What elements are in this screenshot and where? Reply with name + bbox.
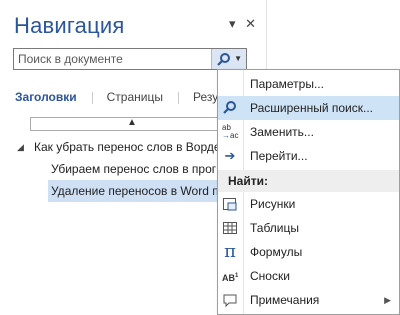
- footnote-icon: AB1: [222, 273, 239, 283]
- menu-item-label: Перейти...: [250, 149, 308, 163]
- close-icon[interactable]: ✕: [245, 16, 256, 32]
- menu-item-label: Таблицы: [250, 221, 300, 235]
- menu-item-label: Заменить...: [250, 125, 314, 139]
- menu-item-replace[interactable]: ab →ac Заменить...: [218, 120, 399, 144]
- search-icon: [222, 100, 238, 116]
- collapse-icon[interactable]: ◢: [17, 136, 24, 158]
- replace-icon: ab →ac: [222, 123, 239, 140]
- search-options-menu: Параметры... Расширенный поиск... ab →ac …: [217, 69, 400, 315]
- menu-item-label: Рисунки: [250, 197, 296, 211]
- pane-tabs: Заголовки Страницы Резу: [15, 90, 233, 104]
- tree-item-label: Как убрать перенос слов в Ворде: [34, 140, 221, 154]
- tab-pages[interactable]: Страницы: [107, 90, 163, 104]
- tab-headings[interactable]: Заголовки: [15, 90, 77, 104]
- tab-separator: [177, 91, 179, 104]
- search-options-button[interactable]: ▼: [211, 49, 246, 69]
- menu-item-go-to[interactable]: ➔ Перейти...: [218, 144, 399, 168]
- search-input[interactable]: Поиск в документе: [18, 52, 123, 66]
- menu-item-graphics[interactable]: Рисунки: [218, 192, 399, 216]
- pane-title: Навигация: [14, 13, 125, 38]
- arrow-right-icon: ➔: [224, 148, 236, 163]
- submenu-arrow-icon: ▶: [384, 295, 391, 305]
- menu-item-label: Примечания: [250, 293, 320, 307]
- menu-item-equations[interactable]: π Формулы: [218, 240, 399, 264]
- picture-icon: [222, 196, 238, 212]
- comment-icon: [222, 292, 238, 308]
- menu-item-label: Формулы: [250, 245, 303, 259]
- table-icon: [222, 220, 238, 236]
- pane-options-icon[interactable]: ▾: [229, 16, 236, 32]
- tab-separator: [91, 91, 93, 104]
- chevron-down-icon: ▼: [234, 54, 242, 63]
- menu-item-tables[interactable]: Таблицы: [218, 216, 399, 240]
- tree-item-label: Убираем перенос слов в прог: [51, 162, 217, 176]
- tree-item-label: Удаление переносов в Word п: [51, 184, 219, 198]
- menu-item-advanced-find[interactable]: Расширенный поиск...: [218, 96, 399, 120]
- menu-item-comments[interactable]: Примечания ▶: [218, 288, 399, 312]
- menu-section-header: Найти:: [218, 170, 399, 192]
- menu-header-label: Найти:: [228, 174, 268, 188]
- search-box[interactable]: Поиск в документе ▼: [13, 48, 247, 70]
- menu-item-label: Расширенный поиск...: [250, 101, 373, 115]
- menu-item-options[interactable]: Параметры...: [218, 72, 399, 96]
- scroll-up-icon: ▲: [127, 117, 137, 128]
- tab-results[interactable]: Резу: [193, 90, 218, 104]
- pi-icon: π: [224, 241, 236, 262]
- pane-title-buttons: ▾ ✕: [229, 16, 262, 32]
- menu-item-label: Параметры...: [250, 77, 324, 91]
- menu-item-footnotes[interactable]: AB1 Сноски: [218, 264, 399, 288]
- menu-item-label: Сноски: [250, 269, 290, 283]
- search-icon: [217, 53, 230, 66]
